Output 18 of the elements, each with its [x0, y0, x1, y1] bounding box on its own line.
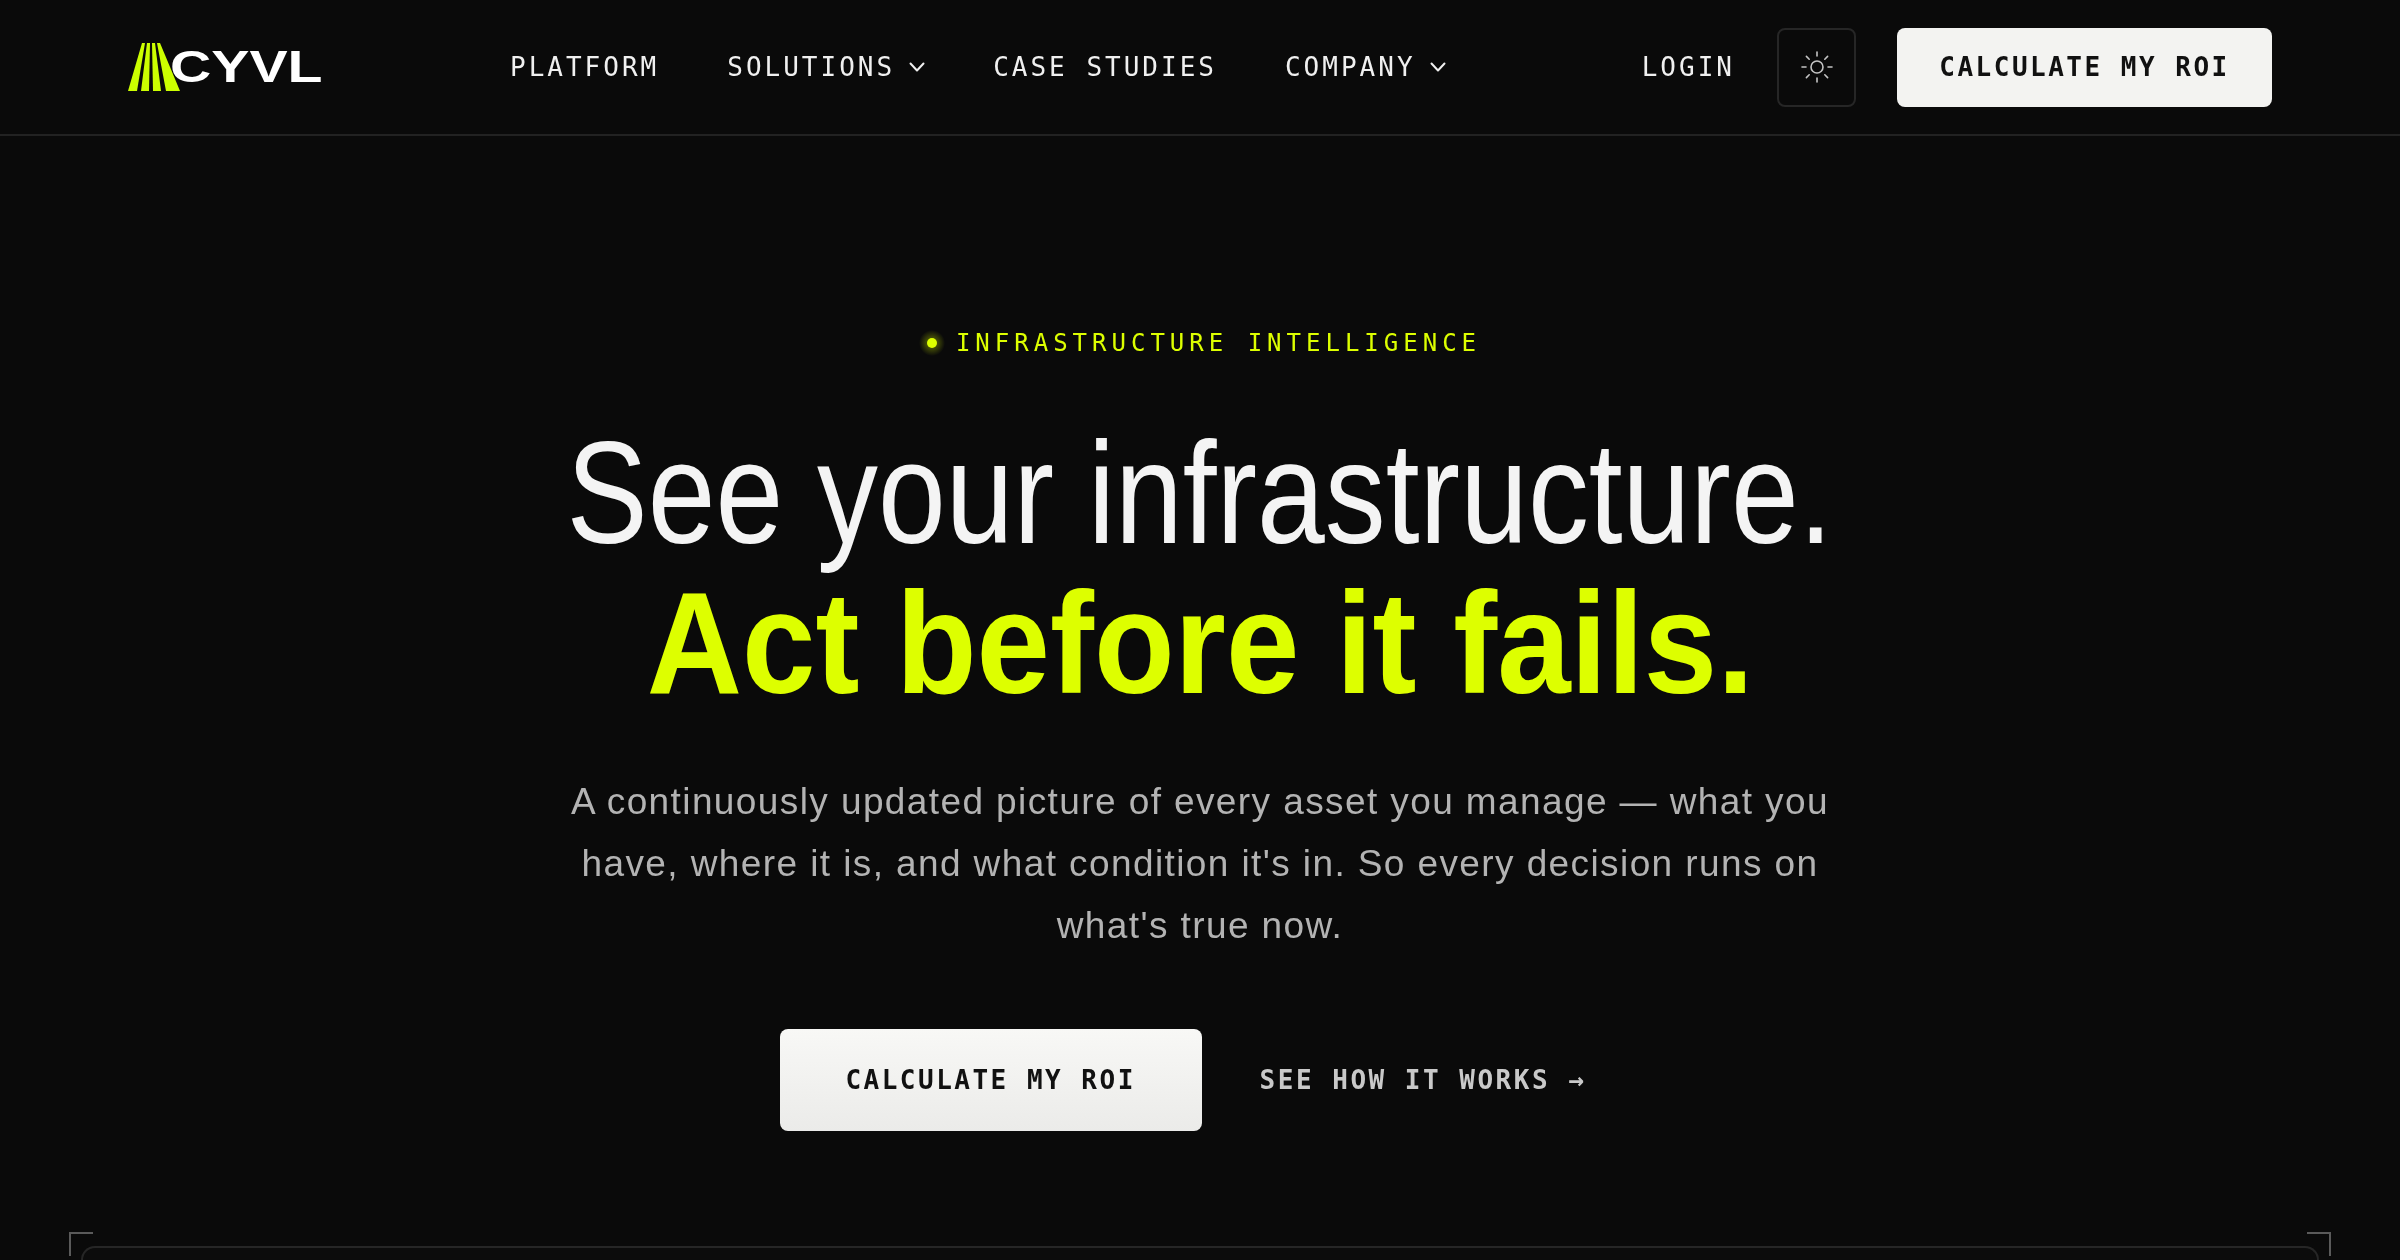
login-link[interactable]: LOGIN: [1641, 52, 1735, 82]
headline-accent: Act before it fails.: [646, 578, 1754, 708]
sun-icon: [1800, 51, 1833, 83]
headline: See your infrastructure.: [567, 411, 1833, 576]
nav-link[interactable]: SOLUTIONS: [727, 52, 926, 82]
corner-bracket-icon: [69, 1232, 93, 1256]
hero-description: A continuously updated picture of every asset you manage — what you have, where it is, and what condition it's in. So every decision runs on what's true now.: [570, 780, 1830, 948]
nav-link[interactable]: COMPANY: [1284, 52, 1446, 82]
corner-bracket-icon: [2307, 1232, 2331, 1256]
calculate-roi-button[interactable]: CALCULATE MY ROI: [1897, 27, 2272, 107]
eyebrow-label: INFRASTRUCTURE INTELLIGENCE: [955, 328, 1482, 358]
theme-toggle-button[interactable]: [1777, 27, 1856, 107]
calculate-roi-button[interactable]: CALCULATE MY ROI: [779, 1029, 1202, 1131]
dot-icon: [918, 330, 945, 356]
nav-link[interactable]: PLATFORM: [510, 52, 660, 82]
logo-link[interactable]: CYVL: [128, 43, 328, 91]
see-how-it-works-link[interactable]: SEE HOW IT WORKS →: [1259, 1065, 1587, 1095]
nav-link[interactable]: CASE STUDIES: [993, 52, 1217, 82]
